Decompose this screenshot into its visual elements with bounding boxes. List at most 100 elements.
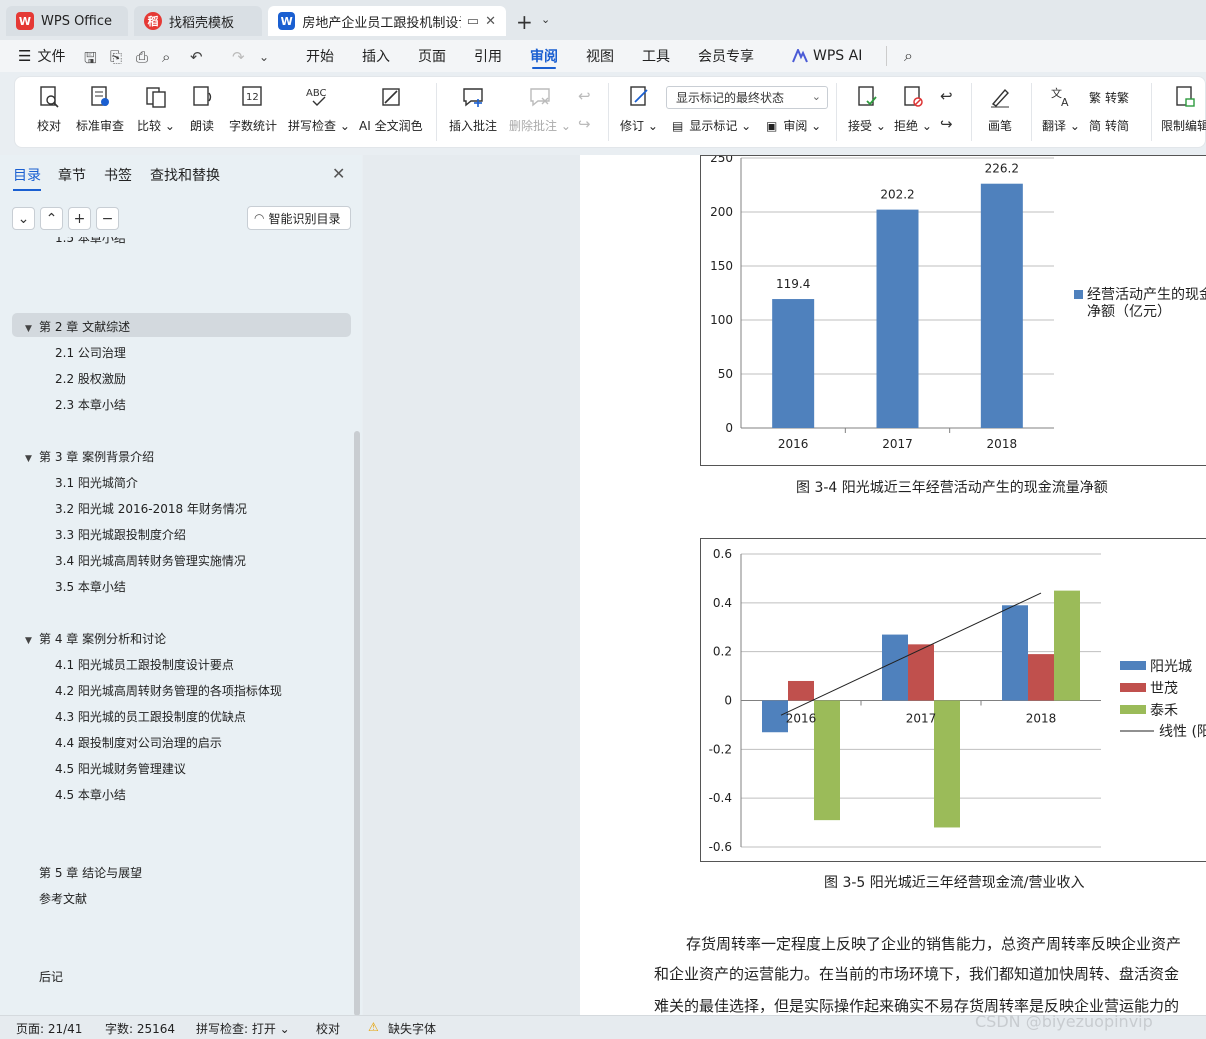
- chevron-down-icon[interactable]: ⌄: [259, 50, 269, 64]
- chart-cashflow[interactable]: 0 50 100 150 200 250 119.4 2016 202.2 2017 226.2 20…: [700, 155, 1206, 466]
- tab-docer-templates[interactable]: 稻 找稻壳模板: [134, 6, 262, 36]
- accept-button[interactable]: 接受 ⌄: [848, 83, 886, 134]
- tab-wps-office[interactable]: W WPS Office: [6, 6, 128, 36]
- reject-button[interactable]: 拒绝 ⌄: [894, 83, 932, 134]
- expand-triangle-icon[interactable]: ▼: [25, 454, 39, 464]
- translate-button[interactable]: 文A 翻译 ⌄: [1042, 83, 1080, 134]
- toc-item[interactable]: 3.5 本章小结: [55, 578, 126, 595]
- toc-item[interactable]: 4.2 阳光城高周转财务管理的各项指标体现: [55, 682, 282, 699]
- close-tab-icon[interactable]: ✕: [485, 14, 496, 29]
- toc-item[interactable]: 4.1 阳光城员工跟投制度设计要点: [55, 656, 234, 673]
- bar: [980, 183, 1023, 428]
- standard-review-button[interactable]: 标准审查: [76, 83, 124, 134]
- toc-item[interactable]: 4.4 跟投制度对公司治理的启示: [55, 734, 222, 751]
- toc-item[interactable]: 1.5 本章小结: [55, 237, 126, 246]
- compare-button[interactable]: 比较 ⌄: [137, 83, 175, 134]
- markup-state-select[interactable]: 显示标记的最终状态 ⌄: [666, 86, 828, 109]
- toc-chapter[interactable]: 后记: [39, 968, 63, 985]
- nav-scrollbar[interactable]: [354, 431, 360, 1016]
- toc-item[interactable]: 3.1 阳光城简介: [55, 474, 138, 491]
- expand-triangle-icon[interactable]: ▼: [25, 636, 39, 646]
- delete-comment-button[interactable]: 删除批注 ⌄: [509, 83, 571, 134]
- pen-button[interactable]: 画笔: [986, 83, 1014, 134]
- word-count-indicator[interactable]: 字数: 25164: [105, 1020, 175, 1037]
- toc-item-label: 3.3 阳光城跟投制度介绍: [55, 528, 186, 542]
- file-menu[interactable]: ☰ 文件: [18, 40, 65, 72]
- to-simplified-button[interactable]: 简转简: [1089, 117, 1129, 134]
- menu-member[interactable]: 会员专享: [698, 40, 754, 72]
- proofread-icon: [35, 83, 63, 111]
- previous-change-icon[interactable]: ↩: [940, 87, 953, 105]
- toc-chapter[interactable]: ▼ 第 2 章 文献综述: [25, 318, 130, 335]
- document-page[interactable]: 0 50 100 150 200 250 119.4 2016 202.2 2017 226.2 20…: [580, 155, 1206, 1015]
- next-change-icon[interactable]: ↪: [940, 115, 953, 133]
- menu-tools[interactable]: 工具: [642, 40, 670, 72]
- svg-text:A: A: [1061, 96, 1069, 109]
- add-heading-button[interactable]: +: [68, 207, 91, 230]
- menu-start[interactable]: 开始: [306, 40, 334, 72]
- share-icon[interactable]: ⎘: [110, 48, 122, 66]
- menu-page[interactable]: 页面: [418, 40, 446, 72]
- toc-chapter[interactable]: ▼ 第 4 章 案例分析和讨论: [25, 630, 166, 647]
- menu-references[interactable]: 引用: [474, 40, 502, 72]
- proofread-status[interactable]: 校对: [316, 1020, 340, 1037]
- remove-heading-button[interactable]: −: [96, 207, 119, 230]
- close-icon[interactable]: ✕: [332, 164, 345, 183]
- review-pane-button[interactable]: ▣ 审阅 ⌄: [766, 117, 821, 134]
- menu-insert[interactable]: 插入: [362, 40, 390, 72]
- toc-item[interactable]: 3.4 阳光城高周转财务管理实施情况: [55, 552, 246, 569]
- show-markup-button[interactable]: ▤ 显示标记 ⌄: [672, 117, 751, 134]
- menu-wps-ai[interactable]: WPS AI: [792, 40, 862, 72]
- menu-view[interactable]: 视图: [586, 40, 614, 72]
- new-tab-icon[interactable]: +: [516, 10, 533, 34]
- nav-tab-find-replace[interactable]: 查找和替换: [150, 165, 220, 185]
- chart-cashflow-ratio[interactable]: 0.6 0.4 0.2 0 -0.2 -0.4 -0.6 2016 2017 2018 阳光城 世茂泰…: [700, 538, 1206, 862]
- to-traditional-button[interactable]: 繁转繁: [1089, 89, 1129, 106]
- word-count-button[interactable]: 12 字数统计: [229, 83, 277, 134]
- nav-tab-toc[interactable]: 目录: [13, 165, 41, 191]
- print-icon[interactable]: ⎙: [136, 48, 148, 66]
- next-comment-icon[interactable]: ↪: [578, 115, 591, 133]
- tab-document[interactable]: W 房地产企业员工跟投机制设计... ▭ ✕: [268, 6, 506, 36]
- toc-item[interactable]: 4.3 阳光城的员工跟投制度的优缺点: [55, 708, 246, 725]
- restrict-edit-button[interactable]: 限制编辑: [1161, 83, 1206, 134]
- ai-polish-button[interactable]: AI 全文润色: [359, 83, 423, 134]
- smart-toc-button[interactable]: ◠ 智能识别目录: [247, 206, 351, 230]
- spell-check-button[interactable]: ABC 拼写检查 ⌄: [288, 83, 350, 134]
- spell-check-status[interactable]: 拼写检查: 打开 ⌄: [196, 1020, 290, 1037]
- page-indicator[interactable]: 页面: 21/41: [16, 1020, 82, 1037]
- nav-tab-bookmarks[interactable]: 书签: [104, 165, 132, 185]
- undo-icon[interactable]: ↶: [190, 48, 203, 66]
- y-tick-label: -0.2: [709, 742, 732, 756]
- redo-icon[interactable]: ↷: [232, 48, 245, 66]
- expand-triangle-icon[interactable]: ▼: [25, 324, 39, 334]
- search-icon[interactable]: ⌕: [904, 46, 913, 66]
- toc-item[interactable]: 2.2 股权激励: [55, 370, 126, 387]
- collapse-all-button[interactable]: ⌄: [12, 207, 35, 230]
- expand-up-button[interactable]: ⌃: [40, 207, 63, 230]
- toc-item[interactable]: 4.5 本章小结: [55, 786, 126, 803]
- y-tick-label: -0.4: [709, 791, 732, 805]
- missing-font-status[interactable]: 缺失字体: [388, 1020, 436, 1037]
- toc-chapter[interactable]: ▼ 第 3 章 案例背景介绍: [25, 448, 154, 465]
- chevron-down-icon[interactable]: ⌄: [541, 13, 550, 26]
- track-changes-button[interactable]: 修订 ⌄: [620, 83, 658, 134]
- toc-item[interactable]: 2.1 公司治理: [55, 344, 126, 361]
- window-mode-icon[interactable]: ▭: [467, 14, 479, 29]
- menu-review[interactable]: 审阅: [530, 40, 558, 72]
- toc-item[interactable]: 2.3 本章小结: [55, 396, 126, 413]
- print-preview-icon[interactable]: ⌕: [162, 48, 170, 66]
- toc-item[interactable]: 3.2 阳光城 2016-2018 年财务情况: [55, 500, 247, 517]
- insert-comment-button[interactable]: 插入批注: [449, 83, 497, 134]
- bar-阳光城: [762, 700, 788, 733]
- read-aloud-button[interactable]: 朗读: [188, 83, 216, 134]
- proofread-button[interactable]: 校对: [35, 83, 63, 134]
- wps-ai-label: WPS AI: [813, 48, 863, 64]
- nav-tab-chapters[interactable]: 章节: [58, 165, 86, 185]
- previous-comment-icon[interactable]: ↩: [578, 87, 591, 105]
- toc-item[interactable]: 3.3 阳光城跟投制度介绍: [55, 526, 186, 543]
- toc-item[interactable]: 4.5 阳光城财务管理建议: [55, 760, 186, 777]
- toc-chapter[interactable]: 参考文献: [39, 890, 87, 907]
- save-icon[interactable]: 🖫: [84, 48, 97, 73]
- toc-chapter[interactable]: 第 5 章 结论与展望: [39, 864, 142, 881]
